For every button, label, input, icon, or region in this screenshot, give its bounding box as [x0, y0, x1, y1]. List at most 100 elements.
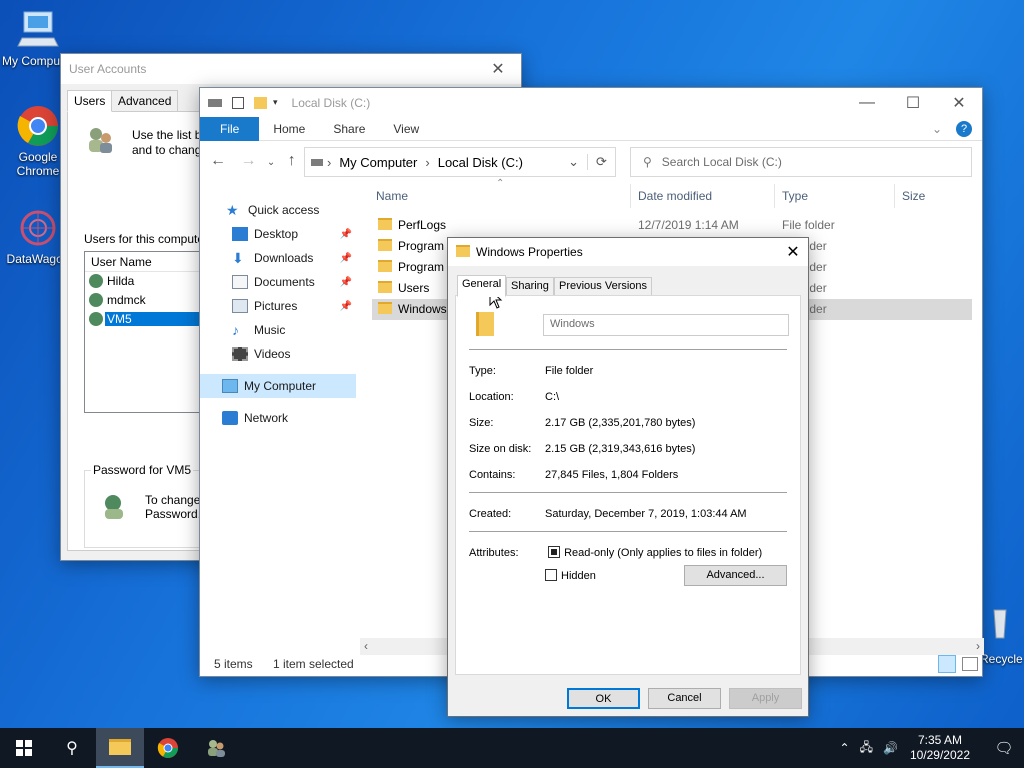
- breadcrumb-local-disk[interactable]: Local Disk (C:): [438, 155, 523, 170]
- breadcrumb-separator-icon[interactable]: ›: [425, 155, 429, 170]
- attributes-label: Attributes:: [469, 547, 519, 559]
- nav-desktop[interactable]: Desktop 📌: [200, 222, 360, 246]
- nav-documents[interactable]: Documents 📌: [200, 270, 360, 294]
- column-header-type[interactable]: Type: [774, 184, 808, 208]
- ribbon-tab-view[interactable]: View: [379, 117, 433, 141]
- ribbon-tab-home[interactable]: Home: [259, 117, 319, 141]
- volume-icon[interactable]: 🔊: [883, 741, 898, 755]
- window-title: User Accounts: [69, 62, 147, 76]
- location-label: Location:: [469, 391, 514, 403]
- nav-videos[interactable]: Videos: [200, 342, 360, 366]
- forward-icon[interactable]: →: [240, 152, 256, 169]
- address-dropdown-icon[interactable]: ⌄: [568, 154, 579, 170]
- tab-sharing[interactable]: Sharing: [506, 277, 554, 297]
- show-hidden-icons-icon[interactable]: ⌃: [840, 741, 850, 755]
- search-icon: ⚲: [643, 155, 652, 169]
- maximize-icon[interactable]: ☐: [890, 88, 936, 118]
- cancel-button[interactable]: Cancel: [648, 688, 721, 709]
- contains-label: Contains:: [469, 469, 516, 481]
- recent-dropdown-icon[interactable]: ⌄: [267, 157, 275, 168]
- network-icon[interactable]: 🖧: [860, 738, 873, 759]
- location-value: C:\: [545, 391, 560, 403]
- list-item[interactable]: PerfLogs 12/7/2019 1:14 AM File folder: [372, 215, 972, 236]
- explorer-titlebar: ▾ Local Disk (C:) — ☐ ✕: [200, 88, 982, 117]
- close-icon[interactable]: ✕: [936, 88, 982, 118]
- tab-previous-versions[interactable]: Previous Versions: [554, 277, 653, 297]
- nav-downloads[interactable]: ⬇ Downloads 📌: [200, 246, 360, 270]
- chrome-taskbar-icon[interactable]: [144, 728, 192, 768]
- notifications-icon[interactable]: 🗨: [984, 739, 1024, 757]
- folder-icon: [456, 245, 470, 257]
- folder-icon: [378, 302, 392, 314]
- music-icon: ♪: [232, 322, 239, 338]
- user-accounts-taskbar-icon[interactable]: [192, 728, 240, 768]
- type-value: File folder: [545, 365, 594, 377]
- address-bar[interactable]: › My Computer › Local Disk (C:) ⌄ ⟳: [304, 147, 616, 177]
- contains-value: 27,845 Files, 1,804 Folders: [545, 469, 679, 481]
- created-value: Saturday, December 7, 2019, 1:03:44 AM: [545, 508, 747, 520]
- ribbon-tab-file[interactable]: File: [200, 116, 260, 141]
- status-item-count: 5 items: [214, 657, 253, 671]
- nav-quick-access[interactable]: ★ Quick access: [200, 198, 360, 222]
- column-header-name[interactable]: Name: [376, 184, 408, 208]
- ribbon-tab-share[interactable]: Share: [319, 117, 379, 141]
- password-group-label: Password for VM5: [91, 463, 194, 477]
- taskbar: ⚲ ⌃ 🖧 🔊 7:35 AM 10/29/2022 🗨: [0, 728, 1024, 768]
- ribbon: File Home Share View ⌄ ?: [200, 116, 982, 141]
- minimize-icon[interactable]: —: [844, 88, 890, 118]
- nav-music[interactable]: ♪ Music: [200, 318, 360, 342]
- tab-users[interactable]: Users: [67, 90, 113, 112]
- pin-icon[interactable]: 📌: [340, 301, 352, 312]
- pin-icon[interactable]: 📌: [340, 277, 352, 288]
- password-text-2: Password.: [145, 507, 202, 521]
- pin-icon[interactable]: 📌: [340, 229, 352, 240]
- breadcrumb-separator-icon[interactable]: ›: [327, 155, 331, 170]
- folder-large-icon: [476, 312, 494, 336]
- qat-dropdown-icon[interactable]: ▾: [273, 97, 278, 108]
- readonly-checkbox[interactable]: Read-only (Only applies to files in fold…: [548, 546, 762, 559]
- search-icon[interactable]: ⚲: [48, 728, 96, 768]
- details-view-icon[interactable]: [938, 655, 956, 673]
- start-button[interactable]: [0, 728, 48, 768]
- created-label: Created:: [469, 508, 512, 520]
- user-icon: [89, 312, 103, 326]
- search-input[interactable]: ⚲ Search Local Disk (C:): [630, 147, 972, 177]
- nav-pictures[interactable]: Pictures 📌: [200, 294, 360, 318]
- back-icon[interactable]: ←: [210, 152, 226, 169]
- up-icon[interactable]: ↑: [288, 152, 296, 169]
- file-explorer-taskbar-icon[interactable]: [96, 728, 144, 768]
- ok-button[interactable]: OK: [567, 688, 640, 709]
- download-icon: ⬇: [232, 250, 244, 266]
- tab-general[interactable]: General: [457, 275, 507, 297]
- computer-icon: [222, 379, 238, 393]
- close-icon[interactable]: ✕: [475, 54, 521, 84]
- system-tray: ⌃ 🖧 🔊 7:35 AM 10/29/2022 🗨: [840, 728, 1024, 768]
- close-icon[interactable]: ✕: [778, 237, 808, 267]
- apply-button[interactable]: Apply: [729, 688, 802, 709]
- clock-time: 7:35 AM: [917, 733, 962, 747]
- clock[interactable]: 7:35 AM 10/29/2022: [910, 733, 970, 763]
- tab-advanced[interactable]: Advanced: [111, 90, 179, 112]
- nav-network[interactable]: Network: [200, 406, 360, 430]
- scroll-right-icon[interactable]: ›: [976, 639, 980, 653]
- column-header-size[interactable]: Size: [894, 184, 925, 208]
- folder-icon: [378, 218, 392, 230]
- scroll-left-icon[interactable]: ‹: [364, 639, 368, 653]
- folder-name-input[interactable]: Windows: [543, 314, 789, 336]
- properties-qat-icon[interactable]: [232, 96, 244, 109]
- large-icons-view-icon[interactable]: [962, 657, 978, 671]
- advanced-button[interactable]: Advanced...: [684, 565, 787, 586]
- drive-icon: [208, 98, 222, 107]
- password-text: To change: [145, 493, 201, 507]
- ribbon-expand-icon[interactable]: ⌄: [932, 122, 942, 136]
- pin-icon[interactable]: 📌: [340, 253, 352, 264]
- window-title: Local Disk (C:): [291, 95, 371, 110]
- column-header-date-modified[interactable]: Date modified: [630, 184, 712, 208]
- help-icon[interactable]: ?: [956, 120, 972, 137]
- new-folder-qat-icon[interactable]: [254, 96, 267, 109]
- users-icon: [84, 124, 116, 156]
- nav-my-computer[interactable]: My Computer: [200, 374, 356, 398]
- refresh-icon[interactable]: ⟳: [587, 154, 615, 170]
- hidden-checkbox[interactable]: Hidden: [545, 568, 596, 584]
- breadcrumb-my-computer[interactable]: My Computer: [339, 155, 417, 170]
